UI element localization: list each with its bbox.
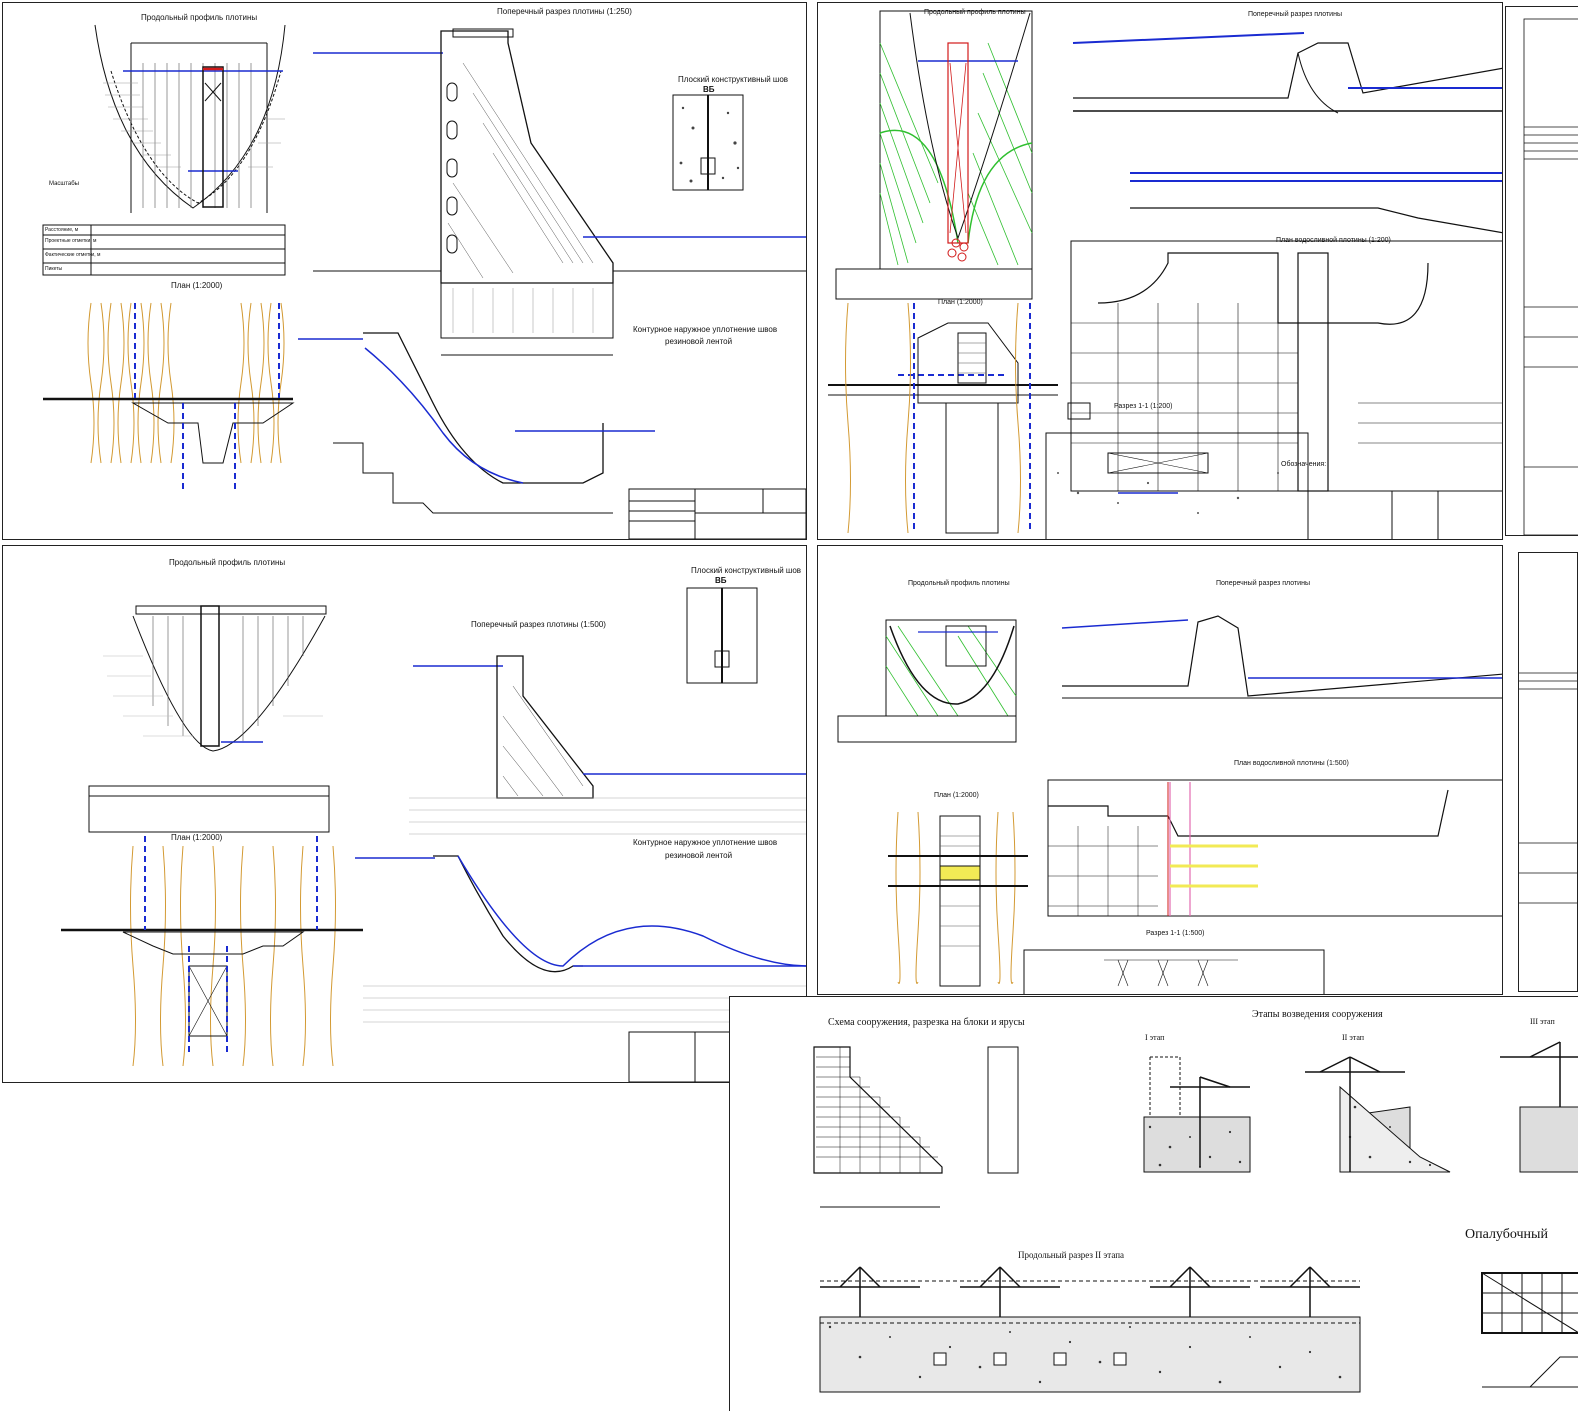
- sheet-3-plan-title: План (1:2000): [171, 833, 223, 842]
- sheet-3-joint-label: ВБ: [715, 576, 727, 585]
- sheet-7-graphics: [1519, 672, 1577, 904]
- drawing-sheet-3: Продольный профиль плотины Поперечный ра…: [2, 545, 807, 1083]
- sheet-2-spillway-plan-title: План водосливной плотины (1:200): [1276, 237, 1391, 244]
- sheet-5-stage-2: II этап: [1342, 1033, 1365, 1042]
- sheet-5-scheme-title: Схема сооружения, разрезка на блоки и яр…: [828, 1017, 1025, 1028]
- drawing-sheet-6-partial: [1505, 6, 1578, 536]
- sheet-3-seal-title-1: Контурное наружное уплотнение швов: [633, 838, 778, 847]
- drawing-sheet-2: Продольный профиль плотины Поперечный ра…: [817, 2, 1503, 540]
- sheet-1-joint-label: ВБ: [703, 85, 715, 94]
- sheet-2-graphics: [828, 10, 1502, 539]
- sheet-1-seal-title-2: резиновой лентой: [665, 337, 733, 346]
- sheet-3-graphics: [61, 587, 806, 1082]
- sheet-4-cross-section-title: Поперечный разрез плотины: [1216, 580, 1310, 587]
- sheet-2-cross-section-title: Поперечный разрез плотины: [1248, 11, 1342, 18]
- drawing-sheet-7-partial: [1518, 552, 1578, 992]
- sheet-1-joint-title: Плоский конструктивный шов: [678, 75, 789, 84]
- sheet-1-table-row-0: Расстояние, м: [45, 227, 79, 233]
- sheet-1-seal-title-1: Контурное наружное уплотнение швов: [633, 325, 778, 334]
- sheet-5-stage-3: III этап: [1530, 1017, 1555, 1026]
- sheet-5-formwork-title: Опалубочный: [1465, 1227, 1548, 1242]
- sheet-5-graphics: [813, 1041, 1578, 1393]
- sheet-1-plan-title: План (1:2000): [171, 281, 223, 290]
- sheet-4-graphics: [837, 615, 1502, 994]
- sheet-5-stage-1: I этап: [1145, 1033, 1165, 1042]
- drawing-sheet-5: Схема сооружения, разрезка на блоки и яр…: [729, 996, 1578, 1411]
- sheet-3-joint-title: Плоский конструктивный шов: [691, 566, 802, 575]
- sheet-2-plan-title: План (1:2000): [938, 299, 983, 306]
- sheet-1-long-profile-title: Продольный профиль плотины: [141, 13, 258, 22]
- sheet-1-table-row-2: Фактические отметки, м: [45, 252, 101, 258]
- sheet-1-cross-section-title: Поперечный разрез плотины (1:250): [497, 7, 632, 16]
- sheet-2-legend-title: Обозначения:: [1281, 461, 1327, 468]
- sheet-1-scales-label: Масштабы: [49, 181, 79, 187]
- sheet-2-section-title: Разрез 1-1 (1:200): [1114, 403, 1173, 410]
- sheet-1-table-row-3: Пикеты: [45, 266, 63, 272]
- sheet-3-cross-section-title: Поперечный разрез плотины (1:500): [471, 620, 606, 629]
- sheet-2-long-profile-title: Продольный профиль плотины: [924, 9, 1026, 16]
- drawing-sheet-4: Продольный профиль плотины Поперечный ра…: [817, 545, 1503, 995]
- sheet-4-section-title: Разрез 1-1 (1:500): [1146, 930, 1205, 937]
- sheet-4-spillway-plan-title: План водосливной плотины (1:500): [1234, 760, 1349, 767]
- sheet-5-long-section-title: Продольный разрез II этапа: [1018, 1250, 1125, 1260]
- drawing-sheet-1: Продольный профиль плотины Поперечный ра…: [2, 2, 807, 540]
- sheet-1-table-row-1: Проектные отметки, м: [45, 238, 97, 244]
- sheet-5-stages-title: Этапы возведения сооружения: [1252, 1009, 1383, 1020]
- sheet-3-seal-title-2: резиновой лентой: [665, 851, 733, 860]
- sheet-4-long-profile-title: Продольный профиль плотины: [908, 580, 1010, 587]
- sheet-6-graphics: [1523, 18, 1578, 535]
- sheet-3-long-profile-title: Продольный профиль плотины: [169, 558, 286, 567]
- sheet-4-plan-title: План (1:2000): [934, 792, 979, 799]
